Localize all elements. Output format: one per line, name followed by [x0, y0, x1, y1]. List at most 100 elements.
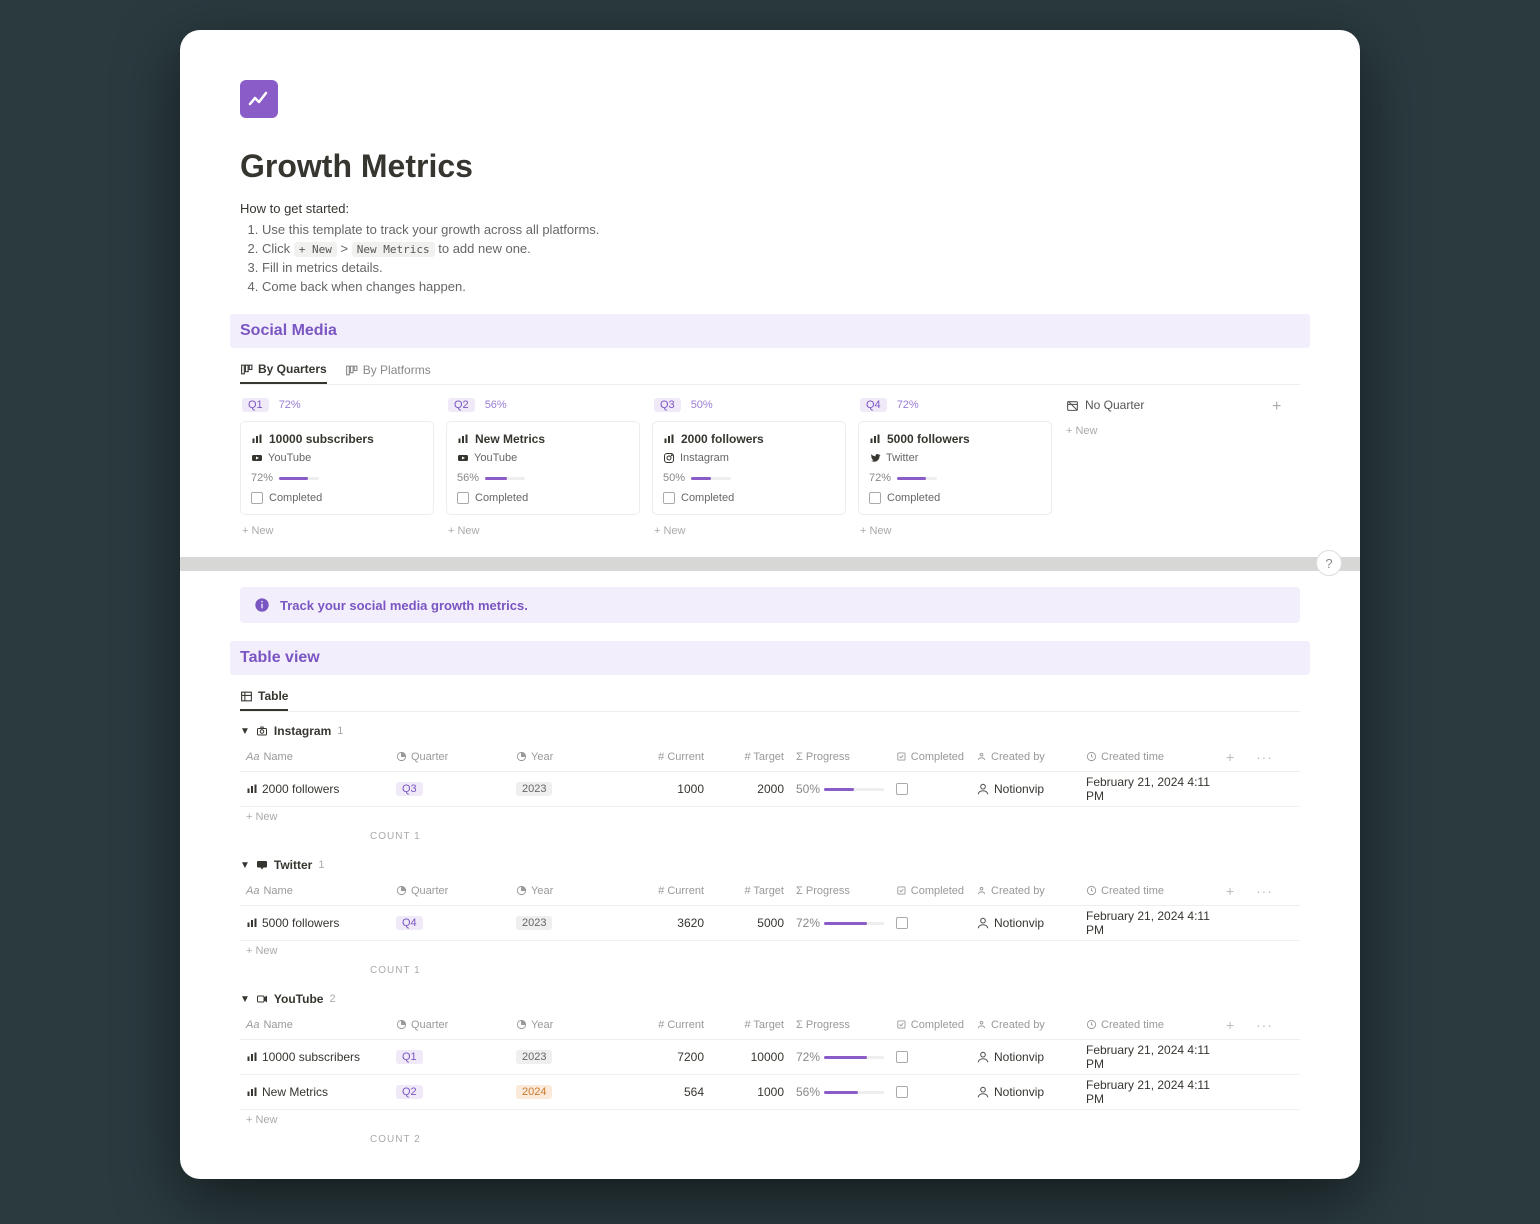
callout-info: Track your social media growth metrics. — [240, 587, 1300, 623]
col-progress[interactable]: Σ Progress — [790, 1016, 890, 1034]
cell-current[interactable]: 7200 — [620, 1047, 710, 1067]
cell-current[interactable]: 564 — [620, 1082, 710, 1102]
metric-card[interactable]: New Metrics YouTube 56% Completed — [446, 421, 640, 515]
cell-quarter[interactable]: Q1 — [390, 1047, 510, 1067]
cell-target[interactable]: 10000 — [710, 1047, 790, 1067]
col-created-time[interactable]: Created time — [1080, 882, 1220, 900]
card-completed[interactable]: Completed — [457, 492, 629, 504]
col-progress[interactable]: Σ Progress — [790, 748, 890, 766]
add-row-button[interactable]: + New — [240, 1110, 1300, 1130]
more-options-button[interactable]: ··· — [1250, 880, 1270, 902]
col-year[interactable]: Year — [510, 1016, 620, 1034]
col-target[interactable]: # Target — [710, 882, 790, 900]
col-year[interactable]: Year — [510, 748, 620, 766]
cell-target[interactable]: 1000 — [710, 1082, 790, 1102]
col-name[interactable]: Aa Name — [240, 882, 390, 900]
cell-completed[interactable] — [890, 1083, 970, 1101]
table-row[interactable]: 5000 followers Q4 2023 3620 5000 72% Not… — [240, 906, 1300, 941]
cell-quarter[interactable]: Q4 — [390, 913, 510, 933]
col-created-time[interactable]: Created time — [1080, 748, 1220, 766]
col-name[interactable]: Aa Name — [240, 748, 390, 766]
card-completed[interactable]: Completed — [869, 492, 1041, 504]
col-quarter[interactable]: Quarter — [390, 882, 510, 900]
metric-card[interactable]: 5000 followers Twitter 72% Completed — [858, 421, 1052, 515]
add-column-button[interactable]: + — [1220, 1014, 1250, 1036]
tab-by-quarters[interactable]: By Quarters — [240, 356, 327, 384]
checkbox-icon[interactable] — [869, 492, 881, 504]
col-completed[interactable]: Completed — [890, 1016, 970, 1034]
cell-target[interactable]: 2000 — [710, 779, 790, 799]
table-row[interactable]: New Metrics Q2 2024 564 1000 56% Notionv… — [240, 1075, 1300, 1110]
col-created-by[interactable]: Created by — [970, 882, 1080, 900]
col-quarter[interactable]: Quarter — [390, 1016, 510, 1034]
cell-quarter[interactable]: Q2 — [390, 1082, 510, 1102]
cell-year[interactable]: 2023 — [510, 779, 620, 799]
toggle-icon[interactable]: ▼ — [240, 994, 250, 1005]
toggle-icon[interactable]: ▼ — [240, 860, 250, 871]
tab-by-platforms[interactable]: By Platforms — [345, 356, 431, 384]
cell-name[interactable]: New Metrics — [240, 1082, 390, 1102]
cell-year[interactable]: 2023 — [510, 1047, 620, 1067]
card-completed[interactable]: Completed — [663, 492, 835, 504]
add-column-button[interactable]: + — [1220, 746, 1250, 768]
cell-year[interactable]: 2024 — [510, 1082, 620, 1102]
cell-name[interactable]: 10000 subscribers — [240, 1047, 390, 1067]
col-current[interactable]: # Current — [620, 882, 710, 900]
cell-year[interactable]: 2023 — [510, 913, 620, 933]
checkbox-icon[interactable] — [457, 492, 469, 504]
more-options-button[interactable]: ··· — [1250, 746, 1270, 768]
cell-completed[interactable] — [890, 1048, 970, 1066]
group-header[interactable]: ▼ Twitter 1 — [240, 858, 1300, 872]
col-quarter[interactable]: Quarter — [390, 748, 510, 766]
col-current[interactable]: # Current — [620, 748, 710, 766]
col-created-by[interactable]: Created by — [970, 1016, 1080, 1034]
add-row-button[interactable]: + New — [240, 941, 1300, 961]
col-completed[interactable]: Completed — [890, 882, 970, 900]
checkbox-icon[interactable] — [896, 917, 908, 929]
add-card-button[interactable]: + New — [240, 521, 434, 541]
more-options-button[interactable]: ··· — [1250, 1014, 1270, 1036]
checkbox-icon[interactable] — [896, 1051, 908, 1063]
cell-current[interactable]: 3620 — [620, 913, 710, 933]
kanban-board: Q1 72% 10000 subscribers YouTube 72% Com… — [240, 395, 1300, 541]
checkbox-icon[interactable] — [896, 1086, 908, 1098]
col-target[interactable]: # Target — [710, 1016, 790, 1034]
toggle-icon[interactable]: ▼ — [240, 726, 250, 737]
cell-current[interactable]: 1000 — [620, 779, 710, 799]
add-card-button[interactable]: + New — [858, 521, 1052, 541]
col-completed[interactable]: Completed — [890, 748, 970, 766]
cell-quarter[interactable]: Q3 — [390, 779, 510, 799]
col-progress[interactable]: Σ Progress — [790, 882, 890, 900]
cell-completed[interactable] — [890, 780, 970, 798]
checkbox-icon[interactable] — [896, 783, 908, 795]
group-header[interactable]: ▼ Instagram 1 — [240, 724, 1300, 738]
cell-name[interactable]: 5000 followers — [240, 913, 390, 933]
col-created-by[interactable]: Created by — [970, 748, 1080, 766]
add-card-button[interactable]: + New — [446, 521, 640, 541]
cell-name[interactable]: 2000 followers — [240, 779, 390, 799]
column-progress: 72% — [897, 399, 919, 411]
no-quarter-label: No Quarter — [1066, 398, 1144, 412]
help-button[interactable]: ? — [1316, 550, 1342, 576]
col-current[interactable]: # Current — [620, 1016, 710, 1034]
checkbox-icon[interactable] — [663, 492, 675, 504]
col-year[interactable]: Year — [510, 882, 620, 900]
checkbox-icon[interactable] — [251, 492, 263, 504]
add-row-button[interactable]: + New — [240, 807, 1300, 827]
col-created-time[interactable]: Created time — [1080, 1016, 1220, 1034]
metric-card[interactable]: 2000 followers Instagram 50% Completed — [652, 421, 846, 515]
col-target[interactable]: # Target — [710, 748, 790, 766]
tab-table[interactable]: Table — [240, 683, 288, 711]
add-column-button[interactable]: + — [1272, 398, 1281, 416]
table-row[interactable]: 10000 subscribers Q1 2023 7200 10000 72%… — [240, 1040, 1300, 1075]
cell-target[interactable]: 5000 — [710, 913, 790, 933]
add-card-button[interactable]: + New — [652, 521, 846, 541]
group-header[interactable]: ▼ YouTube 2 — [240, 992, 1300, 1006]
col-name[interactable]: Aa Name — [240, 1016, 390, 1034]
metric-card[interactable]: 10000 subscribers YouTube 72% Completed — [240, 421, 434, 515]
card-completed[interactable]: Completed — [251, 492, 423, 504]
cell-completed[interactable] — [890, 914, 970, 932]
add-card-button[interactable]: + New — [1064, 421, 1258, 441]
add-column-button[interactable]: + — [1220, 880, 1250, 902]
table-row[interactable]: 2000 followers Q3 2023 1000 2000 50% Not… — [240, 772, 1300, 807]
